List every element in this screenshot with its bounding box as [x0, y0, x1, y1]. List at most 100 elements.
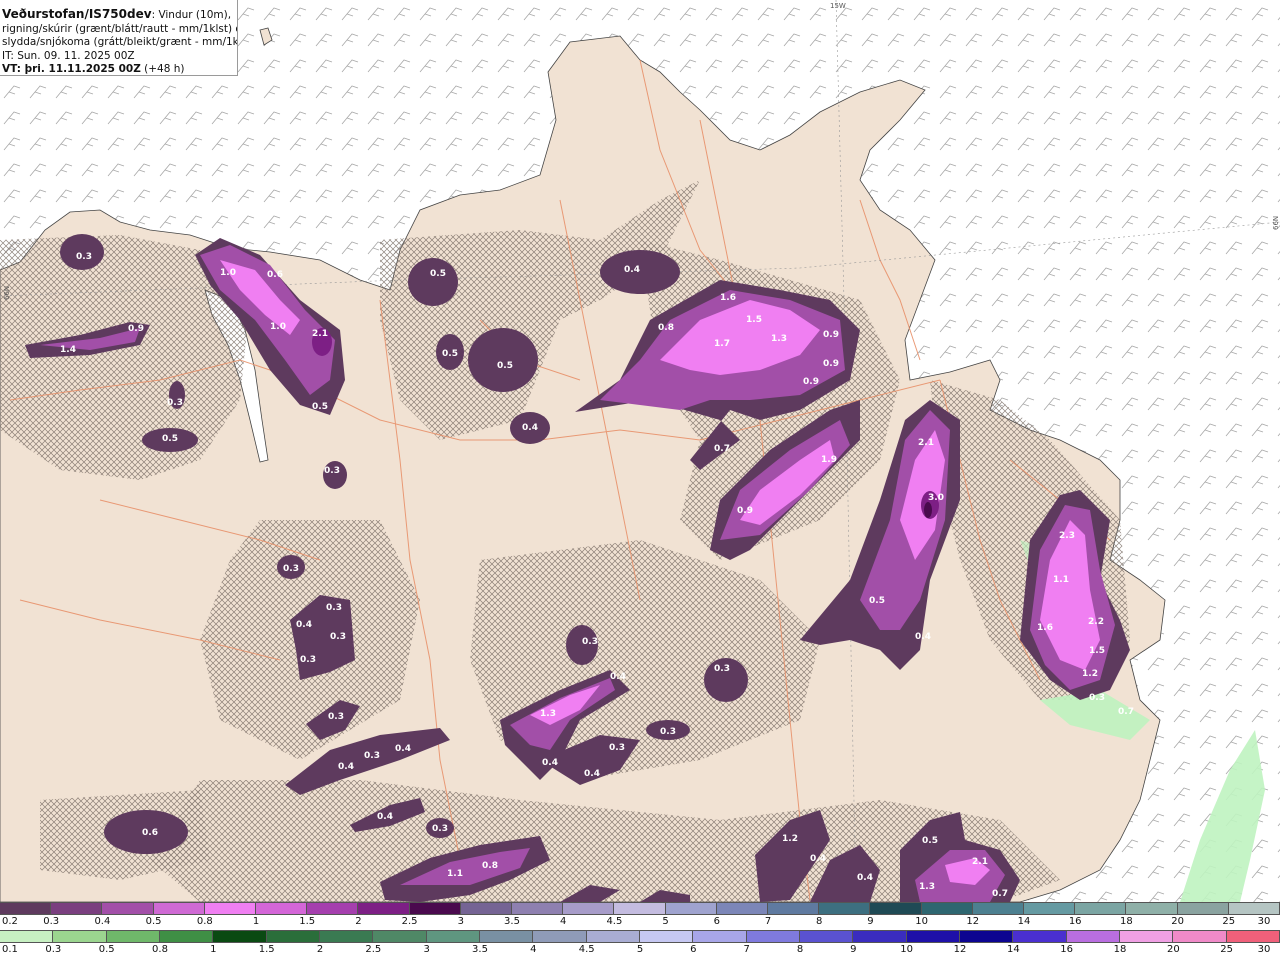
legend-rain: 0.1 0.3 0.5 0.8 1 1.5 2 2.5 3 3.5 4 4.5 5 6 7 8 9 10 12 14 1…	[0, 930, 1280, 958]
legend-swatch	[563, 903, 615, 914]
legend-tick-label: 7	[764, 916, 772, 927]
legend-swatch	[693, 931, 747, 942]
legend-tick-label: 1.5	[258, 944, 275, 955]
precip-label: 0.3	[660, 727, 676, 737]
legend-swatch	[960, 931, 1014, 942]
precip-label: 0.7	[992, 889, 1008, 899]
precip-label: 0.4	[338, 762, 354, 772]
legend-swatch	[358, 903, 410, 914]
precip-label: 0.7	[1118, 707, 1134, 717]
legend-tick-label: 20	[1166, 944, 1180, 955]
legend-tick-label: 12	[953, 944, 967, 955]
precip-label: 0.4	[377, 812, 393, 822]
legend-tick-label: 10	[900, 944, 914, 955]
lat-label-66n-left: 66N	[3, 286, 11, 300]
valid-time: VT: þri. 11.11.2025 00Z	[2, 63, 141, 75]
legend-swatch	[746, 931, 800, 942]
legend-tick-label: 16	[1060, 944, 1074, 955]
precip-label: 1.3	[919, 882, 935, 892]
precip-label: 0.4	[395, 744, 411, 754]
legend-tick-label: 25	[1222, 916, 1236, 927]
legend-tick-label: 3	[457, 916, 464, 927]
legend-swatch	[373, 931, 427, 942]
legend-swatch	[586, 931, 640, 942]
legend-swatch	[512, 903, 564, 914]
precip-label: 0.3	[330, 632, 346, 642]
precip-label: 1.2	[1082, 669, 1098, 679]
legend-tick-label: 6	[690, 944, 697, 955]
weather-map: 15W 66N 66N 0.31.40.91.0 0.61.02.10.50.3…	[0, 0, 1280, 902]
legend-swatch	[0, 931, 54, 942]
legend-tick-label: 3.5	[504, 916, 520, 927]
precip-label: 0.3	[167, 398, 183, 408]
init-time: IT: Sun. 09. 11. 2025 00Z	[2, 49, 135, 62]
legend-color-bar	[0, 930, 1280, 943]
legend-swatch	[266, 931, 320, 942]
legend-tick-label: 10	[915, 916, 928, 927]
precip-label: 0.4	[584, 769, 600, 779]
legend-tick-label: 18	[1120, 916, 1133, 927]
legend-swatch	[0, 903, 52, 914]
legend-tick-label: 25	[1220, 944, 1234, 955]
precip-label: 0.3	[283, 564, 299, 574]
legend-tick-label: 2	[355, 916, 362, 927]
legend-swatch	[716, 903, 768, 914]
legend-swatch	[460, 903, 512, 914]
precip-label: 0.7	[714, 444, 730, 454]
precip-label: 1.3	[771, 334, 787, 344]
precip-label: 1.1	[1053, 575, 1069, 585]
legend-swatch	[972, 903, 1024, 914]
precip-label: 0.4	[542, 758, 558, 768]
precip-label: 0.5	[430, 269, 446, 279]
precip-label: 0.5	[162, 434, 178, 444]
precip-label: 2.1	[972, 857, 988, 867]
forecast-hour: (+48 h)	[140, 63, 185, 75]
legend-swatch	[1177, 903, 1229, 914]
legend-tick-label: 4.5	[578, 944, 595, 955]
precip-label: 0.4	[857, 873, 873, 883]
precip-label: 1.0	[270, 322, 286, 332]
legend-tick-label: 14	[1017, 916, 1031, 927]
legend-tick-label: 0.8	[196, 916, 213, 927]
precip-label: 1.5	[1089, 646, 1105, 656]
precip-label: 0.9	[128, 324, 144, 334]
desc-line-3: slydda/snjókoma (grátt/bleikt/grænt - mm…	[2, 36, 238, 48]
precip-label: 0.4	[522, 423, 538, 433]
legend-swatch	[640, 931, 694, 942]
precip-label: 1.9	[821, 455, 837, 465]
precip-label: 0.3	[1089, 693, 1105, 703]
legend-swatch	[768, 903, 820, 914]
legend-swatch	[1226, 931, 1280, 942]
precip-label: 0.9	[737, 506, 753, 516]
legend-swatch	[1228, 903, 1280, 914]
legend-tick-label: 3.5	[472, 944, 488, 955]
legend-swatch	[533, 931, 587, 942]
precip-label: 0.5	[497, 361, 513, 371]
legend-swatch	[160, 931, 214, 942]
legend-swatch	[102, 903, 154, 914]
legend-swatch	[256, 903, 308, 914]
legend-swatch	[480, 931, 534, 942]
precip-label: 1.7	[714, 339, 730, 349]
precip-label: 1.1	[447, 869, 463, 879]
legend-tick-label: 0.1	[2, 944, 18, 955]
legend-tick-label: 6	[713, 916, 720, 927]
precip-label: 0.3	[432, 824, 448, 834]
legend-tick-label: 18	[1113, 944, 1127, 955]
legend-swatch	[665, 903, 717, 914]
precip-label: 0.5	[312, 402, 328, 412]
legend-swatch	[1120, 931, 1174, 942]
legend-swatch	[1024, 903, 1076, 914]
precip-label: 0.6	[142, 828, 158, 838]
legend-swatch	[1126, 903, 1178, 914]
legend-swatch	[819, 903, 871, 914]
precip-label: 0.3	[714, 664, 730, 674]
legend-tick-label: 4	[560, 916, 567, 927]
legend-swatch	[853, 931, 907, 942]
precip-label: 2.2	[1088, 617, 1104, 627]
legend-tick-label: 2.5	[401, 916, 418, 927]
precip-label: 1.3	[540, 709, 556, 719]
legend-tick-label: 30	[1257, 944, 1271, 955]
precip-label: 2.1	[312, 329, 328, 339]
precip-label: 0.5	[922, 836, 938, 846]
